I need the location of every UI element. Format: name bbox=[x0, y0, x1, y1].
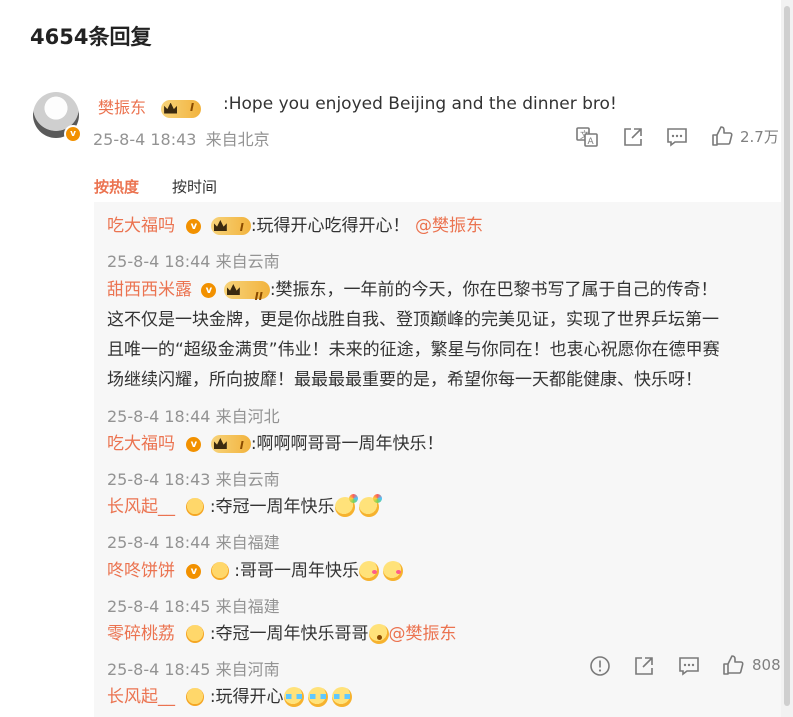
like-icon[interactable] bbox=[722, 654, 744, 676]
main-like-count: 2.7万 bbox=[740, 128, 779, 146]
reply-text-line: 且唯一的“超级金满贯”伟业！未来的征途，繁星与你同在！也衷心祝愿你在德甲赛 bbox=[107, 340, 720, 360]
reply-author-name[interactable]: 咚咚饼饼 bbox=[107, 561, 175, 581]
laughing-tears-emoji-icon bbox=[331, 687, 352, 707]
reply-author-name[interactable]: 长风起__ bbox=[107, 497, 175, 517]
reply-location: 来自河北 bbox=[215, 407, 280, 426]
reply-location: 来自云南 bbox=[215, 252, 280, 271]
comment-icon[interactable] bbox=[666, 126, 688, 148]
reply-time: 25-8-4 18:44 bbox=[107, 533, 211, 552]
scrollbar-thumb[interactable] bbox=[784, 6, 790, 706]
sort-by-hot-tab[interactable]: 按热度 bbox=[94, 176, 139, 197]
share-icon[interactable] bbox=[622, 126, 644, 148]
comment-icon[interactable] bbox=[678, 655, 700, 677]
fan-badge-icon bbox=[186, 625, 205, 643]
reply-time: 25-8-4 18:44 bbox=[107, 407, 211, 426]
surprised-face-emoji-icon bbox=[368, 624, 389, 644]
reply-count-title: 4654条回复 bbox=[30, 25, 152, 49]
reply-text-line: :樊振东，一年前的今天，你在巴黎书写了属于自己的传奇！ bbox=[269, 280, 718, 300]
reply-meta: 25-8-4 18:44 来自福建 bbox=[107, 529, 280, 553]
verified-badge-icon: v bbox=[186, 218, 202, 234]
reply-location: 来自云南 bbox=[215, 470, 280, 489]
main-comment-meta: 25-8-4 18:43 来自北京 bbox=[93, 126, 270, 150]
reply-time: 25-8-4 18:45 bbox=[107, 660, 211, 679]
verified-badge-icon: v bbox=[201, 282, 217, 298]
reply-time: 25-8-4 18:45 bbox=[107, 597, 211, 616]
crown-level-icon: I bbox=[210, 217, 251, 235]
reply-meta: 25-8-4 18:44 来自云南 bbox=[107, 248, 280, 272]
reply-like-count: 808 bbox=[752, 656, 781, 674]
main-comment-text: :Hope you enjoyed Beijing and the dinner… bbox=[223, 94, 617, 114]
kiss-face-emoji-icon bbox=[358, 561, 379, 581]
reply-item: 吃大福吗 v I:玩得开心吃得开心！ @樊振东 bbox=[107, 216, 483, 236]
fan-badge-icon bbox=[186, 498, 205, 516]
sort-by-time-tab[interactable]: 按时间 bbox=[172, 176, 217, 197]
reply-time: 25-8-4 18:43 bbox=[107, 470, 211, 489]
reply-meta: 25-8-4 18:45 来自河南 bbox=[107, 656, 280, 680]
main-author-name[interactable]: 樊振东 bbox=[98, 98, 146, 117]
reply-author-name[interactable]: 甜西西米露 bbox=[107, 280, 192, 300]
reply-meta: 25-8-4 18:43 来自云南 bbox=[107, 466, 280, 490]
reply-location: 来自福建 bbox=[215, 597, 280, 616]
reply-author-name[interactable]: 吃大福吗 bbox=[107, 216, 175, 236]
share-icon[interactable] bbox=[633, 655, 655, 677]
reply-text-line: 这不仅是一块金牌，更是你战胜自我、登顶巅峰的完美见证，实现了世界乒坛第一 bbox=[107, 310, 719, 330]
verified-badge-icon: v bbox=[64, 125, 82, 143]
mention-link[interactable]: @樊振东 bbox=[389, 624, 457, 644]
party-face-emoji-icon bbox=[334, 494, 358, 517]
main-comment-time: 25-8-4 18:43 bbox=[93, 130, 197, 149]
report-icon[interactable] bbox=[589, 655, 611, 677]
crown-level-icon: II bbox=[223, 281, 270, 303]
reply-text: :啊啊啊哥哥一周年快乐！ bbox=[250, 434, 444, 454]
reply-text: :夺冠一周年快乐哥哥 bbox=[209, 624, 369, 644]
comments-panel: 4654条回复 v 樊振东 I :Hope you enjoyed Beijin… bbox=[0, 0, 781, 717]
crown-level-icon: I bbox=[161, 99, 202, 118]
reply-item: 零碎桃荔 :夺冠一周年快乐哥哥 @樊振东 bbox=[107, 624, 457, 644]
reply-text: :玩得开心吃得开心！ bbox=[250, 216, 410, 236]
reply-item: 长风起__ :玩得开心 bbox=[107, 687, 352, 707]
reply-text: :玩得开心 bbox=[209, 687, 284, 707]
reply-item: 咚咚饼饼 v :哥哥一周年快乐 bbox=[107, 561, 403, 581]
reply-item: 吃大福吗 v I:啊啊啊哥哥一周年快乐！ bbox=[107, 434, 444, 454]
reply-text: :夺冠一周年快乐 bbox=[209, 497, 335, 517]
reply-text-line: 场继续闪耀，所向披靡！最最最最重要的是，希望你每一天都能健康、快乐呀！ bbox=[107, 370, 702, 390]
reply-location: 来自河南 bbox=[215, 660, 280, 679]
reply-time: 25-8-4 18:44 bbox=[107, 252, 211, 271]
verified-badge-icon: v bbox=[186, 563, 202, 579]
reply-author-name[interactable]: 吃大福吗 bbox=[107, 434, 175, 454]
reply-text: :哥哥一周年快乐 bbox=[234, 561, 359, 581]
party-face-emoji-icon bbox=[358, 494, 382, 517]
kiss-face-emoji-icon bbox=[382, 561, 403, 581]
reply-item: 长风起__ :夺冠一周年快乐 bbox=[107, 494, 382, 517]
main-comment-header: 樊振东 I bbox=[98, 94, 202, 118]
main-comment-location: 来自北京 bbox=[205, 130, 270, 149]
laughing-tears-emoji-icon bbox=[283, 687, 304, 707]
mention-link[interactable]: @樊振东 bbox=[415, 216, 483, 236]
crown-level-icon: I bbox=[210, 435, 251, 453]
reply-meta: 25-8-4 18:44 来自河北 bbox=[107, 403, 280, 427]
reply-author-name[interactable]: 长风起__ bbox=[107, 687, 175, 707]
reply-location: 来自福建 bbox=[215, 533, 280, 552]
reply-item-long: 甜西西米露 v II:樊振东，一年前的今天，你在巴黎书写了属于自己的传奇！ 这不… bbox=[107, 275, 771, 395]
verified-badge-icon: v bbox=[186, 436, 202, 452]
translate-icon[interactable]: 文A bbox=[576, 126, 598, 148]
svg-text:A: A bbox=[588, 137, 595, 147]
fan-badge-icon bbox=[210, 562, 229, 580]
fan-badge-icon bbox=[186, 688, 205, 706]
laughing-tears-emoji-icon bbox=[307, 687, 328, 707]
reply-meta: 25-8-4 18:45 来自福建 bbox=[107, 593, 280, 617]
like-icon[interactable] bbox=[711, 125, 733, 147]
reply-author-name[interactable]: 零碎桃荔 bbox=[107, 624, 175, 644]
